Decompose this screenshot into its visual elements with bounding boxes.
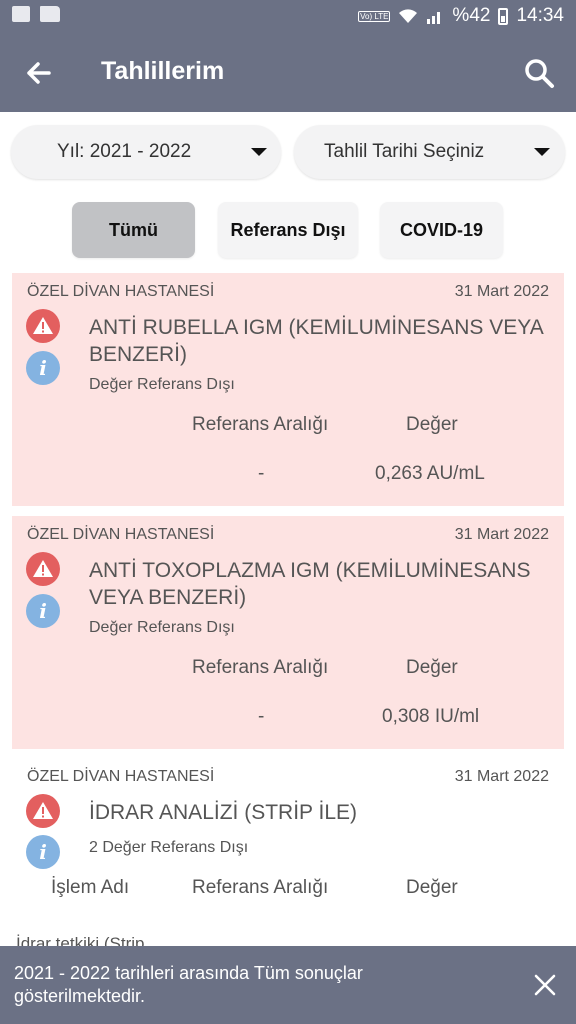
folder-icon [40, 6, 60, 22]
filter-covid-button[interactable]: COVID-19 [380, 202, 503, 258]
result-card[interactable]: ÖZEL DİVAN HASTANESİ 31 Mart 2022 i İDRA… [12, 758, 564, 946]
app-bar: Tahlillerim [0, 34, 576, 112]
year-dropdown-label: Yıl: 2021 - 2022 [57, 141, 192, 162]
page-title: Tahlillerim [101, 57, 225, 85]
battery-percent: %42 [452, 5, 491, 26]
chat-icon [12, 6, 30, 22]
warning-icon [26, 309, 60, 343]
reference-range-label: Referans Aralığı [192, 657, 329, 678]
result-status: Değer Referans Dışı [89, 619, 235, 636]
filter-all-button[interactable]: Tümü [72, 202, 195, 258]
result-date: 31 Mart 2022 [454, 768, 549, 785]
procedure-name-label: İşlem Adı [51, 877, 130, 898]
wifi-icon [399, 9, 418, 23]
warning-icon [26, 794, 60, 828]
snackbar: 2021 - 2022 tarihleri arasında Tüm sonuç… [0, 946, 576, 1024]
signal-icon [427, 12, 441, 24]
value-label: Değer [406, 877, 458, 898]
result-date: 31 Mart 2022 [454, 283, 549, 300]
value-label: Değer [406, 414, 458, 435]
info-icon[interactable]: i [26, 351, 60, 385]
hospital-name: ÖZEL DİVAN HASTANESİ [27, 283, 215, 300]
status-bar: Vo) LTE %42 14:34 [0, 0, 576, 34]
hospital-name: ÖZEL DİVAN HASTANESİ [27, 526, 215, 543]
volte-badge: Vo) LTE [358, 10, 391, 22]
system-status: Vo) LTE %42 14:34 [358, 5, 564, 27]
info-icon[interactable]: i [26, 594, 60, 628]
result-status: 2 Değer Referans Dışı [89, 839, 249, 856]
snackbar-message: 2021 - 2022 tarihleri arasında Tüm sonuç… [14, 963, 363, 1006]
value-label: Değer [406, 657, 458, 678]
reference-range-label: Referans Aralığı [192, 877, 329, 898]
result-card[interactable]: ÖZEL DİVAN HASTANESİ 31 Mart 2022 i ANTİ… [12, 273, 564, 506]
result-date: 31 Mart 2022 [454, 526, 549, 543]
info-icon[interactable]: i [26, 835, 60, 869]
test-name: ANTİ TOXOPLAZMA IGM (KEMİLUMİNESANS VEYA… [89, 559, 531, 609]
reference-range-value: - [258, 706, 265, 727]
clock: 14:34 [516, 5, 564, 26]
test-name: ANTİ RUBELLA IGM (KEMİLUMİNESANS VEYA BE… [89, 316, 543, 366]
warning-icon [26, 552, 60, 586]
close-icon[interactable] [533, 973, 557, 997]
reference-range-value: - [258, 463, 265, 484]
filter-out-of-range-button[interactable]: Referans Dışı [218, 202, 358, 258]
year-dropdown[interactable]: Yıl: 2021 - 2022 [11, 125, 281, 179]
back-arrow-icon[interactable] [22, 56, 56, 90]
reference-range-label: Referans Aralığı [192, 414, 329, 435]
caret-down-icon [534, 148, 550, 156]
hospital-name: ÖZEL DİVAN HASTANESİ [27, 768, 215, 785]
date-dropdown-label: Tahlil Tarihi Seçiniz [324, 141, 485, 162]
search-icon[interactable] [522, 56, 556, 90]
battery-icon [498, 7, 509, 25]
date-dropdown[interactable]: Tahlil Tarihi Seçiniz [294, 125, 565, 179]
result-value: 0,308 IU/ml [382, 706, 480, 727]
result-card[interactable]: ÖZEL DİVAN HASTANESİ 31 Mart 2022 i ANTİ… [12, 516, 564, 749]
test-name: İDRAR ANALİZİ (STRİP İLE) [89, 801, 358, 824]
result-status: Değer Referans Dışı [89, 376, 235, 393]
caret-down-icon [251, 148, 267, 156]
result-value: 0,263 AU/mL [375, 463, 485, 484]
notification-icons [12, 6, 60, 22]
